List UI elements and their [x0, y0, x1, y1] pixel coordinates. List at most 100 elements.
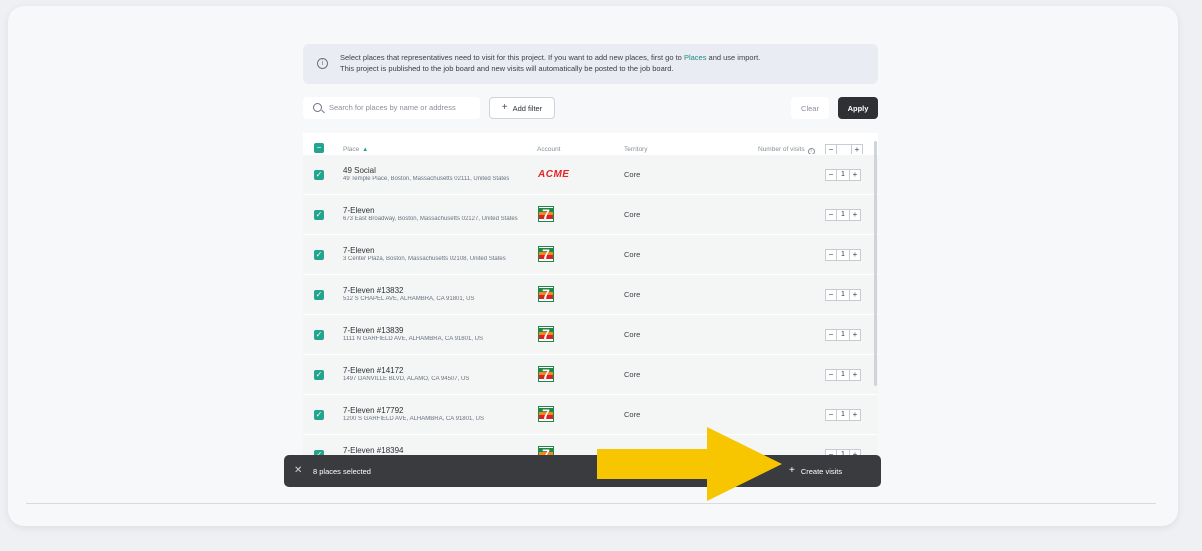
place-address: 1497 DANVILLE BLVD, ALAMO, CA 94507, US — [343, 376, 470, 382]
select-all-checkbox[interactable]: − — [314, 143, 324, 153]
banner-text-suffix: and use import. — [706, 53, 761, 62]
row-checkbox[interactable]: ✓ — [314, 370, 324, 380]
table-row[interactable]: ✓ 7-Eleven #14172 1497 DANVILLE BLVD, AL… — [303, 354, 878, 394]
visits-value[interactable]: 1 — [837, 369, 849, 381]
row-checkbox[interactable]: ✓ — [314, 210, 324, 220]
column-header-place[interactable]: Place ▲ — [343, 146, 368, 153]
plus-icon: + — [789, 465, 795, 476]
add-filter-button[interactable]: + Add filter — [489, 97, 555, 119]
visits-stepper[interactable]: − 1 + — [825, 249, 861, 261]
increment-button[interactable]: + — [849, 289, 861, 301]
territory-value: Core — [624, 290, 641, 299]
visits-value[interactable]: 1 — [837, 409, 849, 421]
territory-value: Core — [624, 250, 641, 259]
table-row[interactable]: ✓ 7-Eleven 673 East Broadway, Boston, Ma… — [303, 194, 878, 234]
row-checkbox[interactable]: ✓ — [314, 290, 324, 300]
increment-button[interactable]: + — [849, 409, 861, 421]
scrollbar[interactable] — [874, 141, 877, 386]
territory-value: Core — [624, 410, 641, 419]
row-checkbox[interactable]: ✓ — [314, 170, 324, 180]
place-name: 7-Eleven #13832 — [343, 286, 404, 295]
row-checkbox[interactable]: ✓ — [314, 250, 324, 260]
arrow-shape — [597, 427, 782, 501]
increment-button[interactable]: + — [849, 329, 861, 341]
increment-button[interactable]: + — [849, 169, 861, 181]
close-icon[interactable]: ✕ — [294, 465, 302, 476]
apply-button[interactable]: Apply — [838, 97, 878, 119]
banner-line-2: This project is published to the job boa… — [340, 64, 674, 73]
acme-logo: ACME — [538, 169, 570, 180]
banner-line-1: Select places that representatives need … — [340, 52, 868, 63]
territory-value: Core — [624, 370, 641, 379]
visits-stepper[interactable]: − 1 + — [825, 209, 861, 221]
visits-stepper[interactable]: − 1 + — [825, 409, 861, 421]
row-checkbox[interactable]: ✓ — [314, 330, 324, 340]
app-frame: i Select places that representatives nee… — [8, 6, 1178, 526]
banner-text: Select places that representatives need … — [340, 53, 684, 62]
increment-button[interactable]: + — [849, 369, 861, 381]
clear-button[interactable]: Clear — [791, 97, 829, 119]
decrement-button[interactable]: − — [825, 209, 837, 221]
seven-eleven-logo: 7 — [538, 246, 554, 262]
increment-button[interactable]: + — [849, 209, 861, 221]
seven-eleven-logo: 7 — [538, 326, 554, 342]
seven-eleven-logo: 7 — [538, 206, 554, 222]
place-address: 512 S CHAPEL AVE, ALHAMBRA, CA 91801, US — [343, 296, 475, 302]
territory-value: Core — [624, 330, 641, 339]
table-row[interactable]: ✓ 7-Eleven 3 Center Plaza, Boston, Massa… — [303, 234, 878, 274]
place-address: 49 Temple Place, Boston, Massachusetts 0… — [343, 176, 510, 182]
places-link[interactable]: Places — [684, 53, 707, 62]
territory-value: Core — [624, 210, 641, 219]
place-header-label: Place — [343, 146, 360, 153]
place-address: 3 Center Plaza, Boston, Massachusetts 02… — [343, 256, 506, 262]
place-name: 7-Eleven #17792 — [343, 406, 404, 415]
row-checkbox[interactable]: ✓ — [314, 410, 324, 420]
visits-stepper[interactable]: − 1 + — [825, 329, 861, 341]
visits-stepper[interactable]: − 1 + — [825, 169, 861, 181]
table-row[interactable]: ✓ 7-Eleven #13832 512 S CHAPEL AVE, ALHA… — [303, 274, 878, 314]
places-table: − Place ▲ Account Territory Number of vis… — [303, 133, 878, 470]
territory-value: Core — [624, 170, 641, 179]
table-row[interactable]: ✓ 7-Eleven #17792 1200 S GARFIELD AVE, A… — [303, 394, 878, 434]
search-input[interactable]: Search for places by name or address — [303, 97, 480, 119]
seven-eleven-logo: 7 — [538, 406, 554, 422]
visits-header-label: Number of visits — [758, 146, 805, 153]
decrement-button[interactable]: − — [825, 409, 837, 421]
selection-bar: ✕ 8 places selected + Create visits — [284, 455, 881, 487]
visits-value[interactable]: 1 — [837, 289, 849, 301]
decrement-button[interactable]: − — [825, 329, 837, 341]
place-name: 7-Eleven #13839 — [343, 326, 404, 335]
column-header-territory: Territory — [624, 146, 648, 153]
info-icon: i — [317, 58, 328, 69]
visits-value[interactable]: 1 — [837, 329, 849, 341]
create-visits-button[interactable]: + Create visits — [789, 464, 842, 478]
visits-value[interactable]: 1 — [837, 249, 849, 261]
place-address: 1111 N GARFIELD AVE, ALHAMBRA, CA 91801,… — [343, 336, 483, 342]
decrement-button[interactable]: − — [825, 169, 837, 181]
place-name: 7-Eleven — [343, 206, 375, 215]
visits-stepper[interactable]: − 1 + — [825, 369, 861, 381]
seven-eleven-logo: 7 — [538, 366, 554, 382]
search-icon — [313, 103, 322, 112]
table-row[interactable]: ✓ 7-Eleven #13839 1111 N GARFIELD AVE, A… — [303, 314, 878, 354]
decrement-button[interactable]: − — [825, 369, 837, 381]
visits-stepper[interactable]: − 1 + — [825, 289, 861, 301]
plus-icon: + — [501, 102, 508, 113]
sort-icon: ▲ — [362, 147, 369, 153]
decrement-button[interactable]: − — [825, 289, 837, 301]
decrement-button[interactable]: − — [825, 249, 837, 261]
search-placeholder: Search for places by name or address — [329, 103, 456, 112]
visits-value[interactable]: 1 — [837, 209, 849, 221]
place-name: 7-Eleven #18394 — [343, 446, 404, 455]
column-header-account: Account — [537, 146, 561, 153]
increment-button[interactable]: + — [849, 249, 861, 261]
place-address: 673 East Broadway, Boston, Massachusetts… — [343, 216, 518, 222]
create-visits-label: Create visits — [800, 466, 843, 476]
visits-value[interactable]: 1 — [837, 169, 849, 181]
place-name: 7-Eleven #14172 — [343, 366, 404, 375]
seven-eleven-logo: 7 — [538, 286, 554, 302]
table-row[interactable]: ✓ 49 Social 49 Temple Place, Boston, Mas… — [303, 154, 878, 194]
place-address: 1200 S GARFIELD AVE, ALHAMBRA, CA 91801,… — [343, 416, 484, 422]
info-banner: i Select places that representatives nee… — [303, 44, 878, 84]
highlight-arrow-icon — [597, 427, 782, 501]
